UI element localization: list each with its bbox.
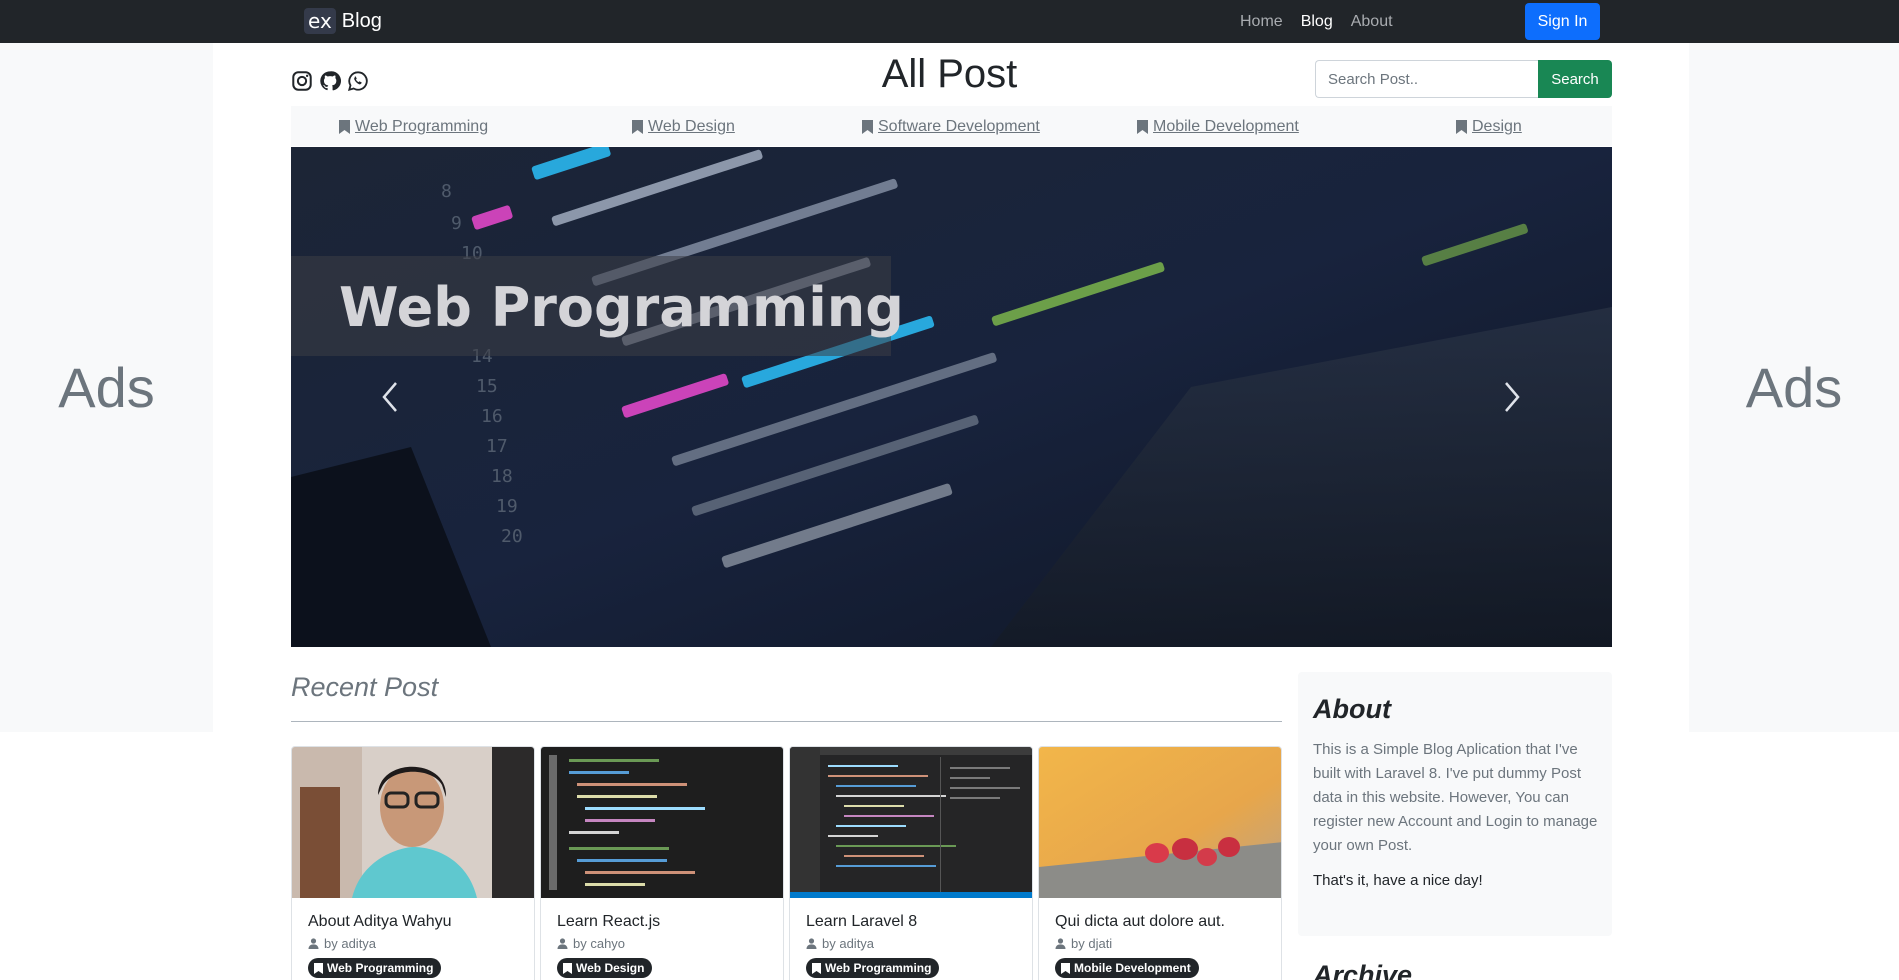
- category-web-programming[interactable]: Web Programming: [339, 118, 488, 136]
- post-author-name: by djati: [1071, 936, 1113, 951]
- svg-text:15: 15: [476, 376, 498, 397]
- recent-post-heading: Recent Post: [291, 672, 439, 702]
- about-text: This is a Simple Blog Aplication that I'…: [1313, 741, 1598, 854]
- post-title[interactable]: Learn React.js: [557, 913, 660, 931]
- chevron-right-icon: [1505, 382, 1520, 412]
- post-card[interactable]: Learn Laravel 8 by aditya Web Programmin…: [789, 746, 1033, 980]
- nav-links: Home Blog About: [1240, 13, 1393, 31]
- badge-label: Web Programming: [327, 961, 434, 975]
- post-thumbnail: [541, 747, 783, 898]
- post-title[interactable]: Qui dicta aut dolore aut.: [1055, 913, 1225, 931]
- nav-home[interactable]: Home: [1240, 13, 1283, 31]
- category-label: Design: [1472, 118, 1522, 135]
- user-icon: [806, 938, 817, 949]
- category-web-design[interactable]: Web Design: [632, 118, 735, 136]
- top-navbar: ex Blog Home Blog About Sign In: [0, 0, 1899, 43]
- post-thumbnail: [292, 747, 534, 898]
- brand-text: Blog: [341, 9, 382, 32]
- category-badge[interactable]: Web Programming: [806, 958, 940, 978]
- brand[interactable]: ex Blog: [304, 8, 382, 34]
- carousel-next-button[interactable]: [1492, 377, 1532, 417]
- ads-right: Ads: [1689, 43, 1899, 732]
- bookmark-icon: [862, 120, 873, 134]
- category-label: Web Design: [648, 118, 735, 135]
- user-icon: [1055, 938, 1066, 949]
- bookmark-icon: [1137, 120, 1148, 134]
- post-author: by djati: [1055, 936, 1112, 951]
- category-badge[interactable]: Web Programming: [308, 958, 442, 978]
- featured-carousel[interactable]: 8 9 10 14 15 16 17 18 19 20 Web Programming: [291, 147, 1612, 647]
- post-card[interactable]: About Aditya Wahyu by aditya Web Program…: [291, 746, 535, 980]
- carousel-image: 8910 141516 171819 20: [291, 147, 1612, 647]
- post-card[interactable]: Qui dicta aut dolore aut. by djati Mobil…: [1038, 746, 1282, 980]
- carousel-prev-button[interactable]: [370, 377, 410, 417]
- bookmark-icon: [563, 962, 572, 974]
- badge-label: Mobile Development: [1074, 961, 1191, 975]
- badge-label: Web Programming: [825, 961, 932, 975]
- svg-text:20: 20: [501, 526, 523, 547]
- category-software-development[interactable]: Software Development: [862, 118, 1040, 136]
- bookmark-icon: [1061, 962, 1070, 974]
- svg-text:18: 18: [491, 466, 513, 487]
- post-title[interactable]: Learn Laravel 8: [806, 913, 917, 931]
- carousel-caption: Web Programming: [339, 276, 904, 339]
- post-card[interactable]: Learn React.js by cahyo Web Design: [540, 746, 784, 980]
- post-author: by cahyo: [557, 936, 625, 951]
- post-author-name: by aditya: [324, 936, 377, 951]
- category-bar: Web Programming Web Design Software Deve…: [291, 106, 1612, 146]
- bookmark-icon: [339, 120, 350, 134]
- brand-logo: ex: [304, 8, 336, 34]
- post-author: by aditya: [806, 936, 874, 951]
- bookmark-icon: [632, 120, 643, 134]
- svg-text:8: 8: [441, 181, 452, 202]
- search-button[interactable]: Search: [1538, 60, 1612, 98]
- bookmark-icon: [314, 962, 323, 974]
- post-title[interactable]: About Aditya Wahyu: [308, 913, 452, 931]
- carousel-caption-bg: Web Programming: [291, 256, 904, 356]
- chevron-left-icon: [382, 382, 397, 412]
- category-label: Software Development: [878, 118, 1040, 135]
- ads-left: Ads: [0, 43, 213, 732]
- post-author: by aditya: [308, 936, 376, 951]
- category-mobile-development[interactable]: Mobile Development: [1137, 118, 1299, 136]
- post-author-name: by aditya: [822, 936, 875, 951]
- bookmark-icon: [812, 962, 821, 974]
- sign-in-button[interactable]: Sign In: [1525, 3, 1600, 40]
- category-label: Mobile Development: [1153, 118, 1299, 135]
- post-author-name: by cahyo: [573, 936, 626, 951]
- category-design[interactable]: Design: [1456, 118, 1522, 136]
- divider: [291, 721, 1282, 722]
- search-input[interactable]: [1315, 60, 1539, 98]
- archive-heading: Archive: [1313, 960, 1413, 980]
- category-badge[interactable]: Mobile Development: [1055, 958, 1199, 978]
- nav-blog[interactable]: Blog: [1301, 13, 1333, 31]
- about-heading: About: [1313, 694, 1391, 724]
- svg-text:19: 19: [496, 496, 518, 517]
- category-badge[interactable]: Web Design: [557, 958, 653, 978]
- page-title: All Post: [881, 52, 1018, 96]
- badge-label: Web Design: [576, 961, 645, 975]
- nav-about[interactable]: About: [1351, 13, 1393, 31]
- user-icon: [308, 938, 319, 949]
- category-label: Web Programming: [355, 118, 489, 135]
- svg-text:9: 9: [451, 213, 462, 234]
- svg-text:17: 17: [486, 436, 508, 457]
- svg-text:16: 16: [481, 406, 503, 427]
- user-icon: [557, 938, 568, 949]
- post-thumbnail: [790, 747, 1032, 898]
- post-thumbnail: [1039, 747, 1281, 898]
- bookmark-icon: [1456, 120, 1467, 134]
- about-panel: About This is a Simple Blog Aplication t…: [1298, 672, 1612, 936]
- about-closing-text: That's it, have a nice day!: [1313, 872, 1483, 889]
